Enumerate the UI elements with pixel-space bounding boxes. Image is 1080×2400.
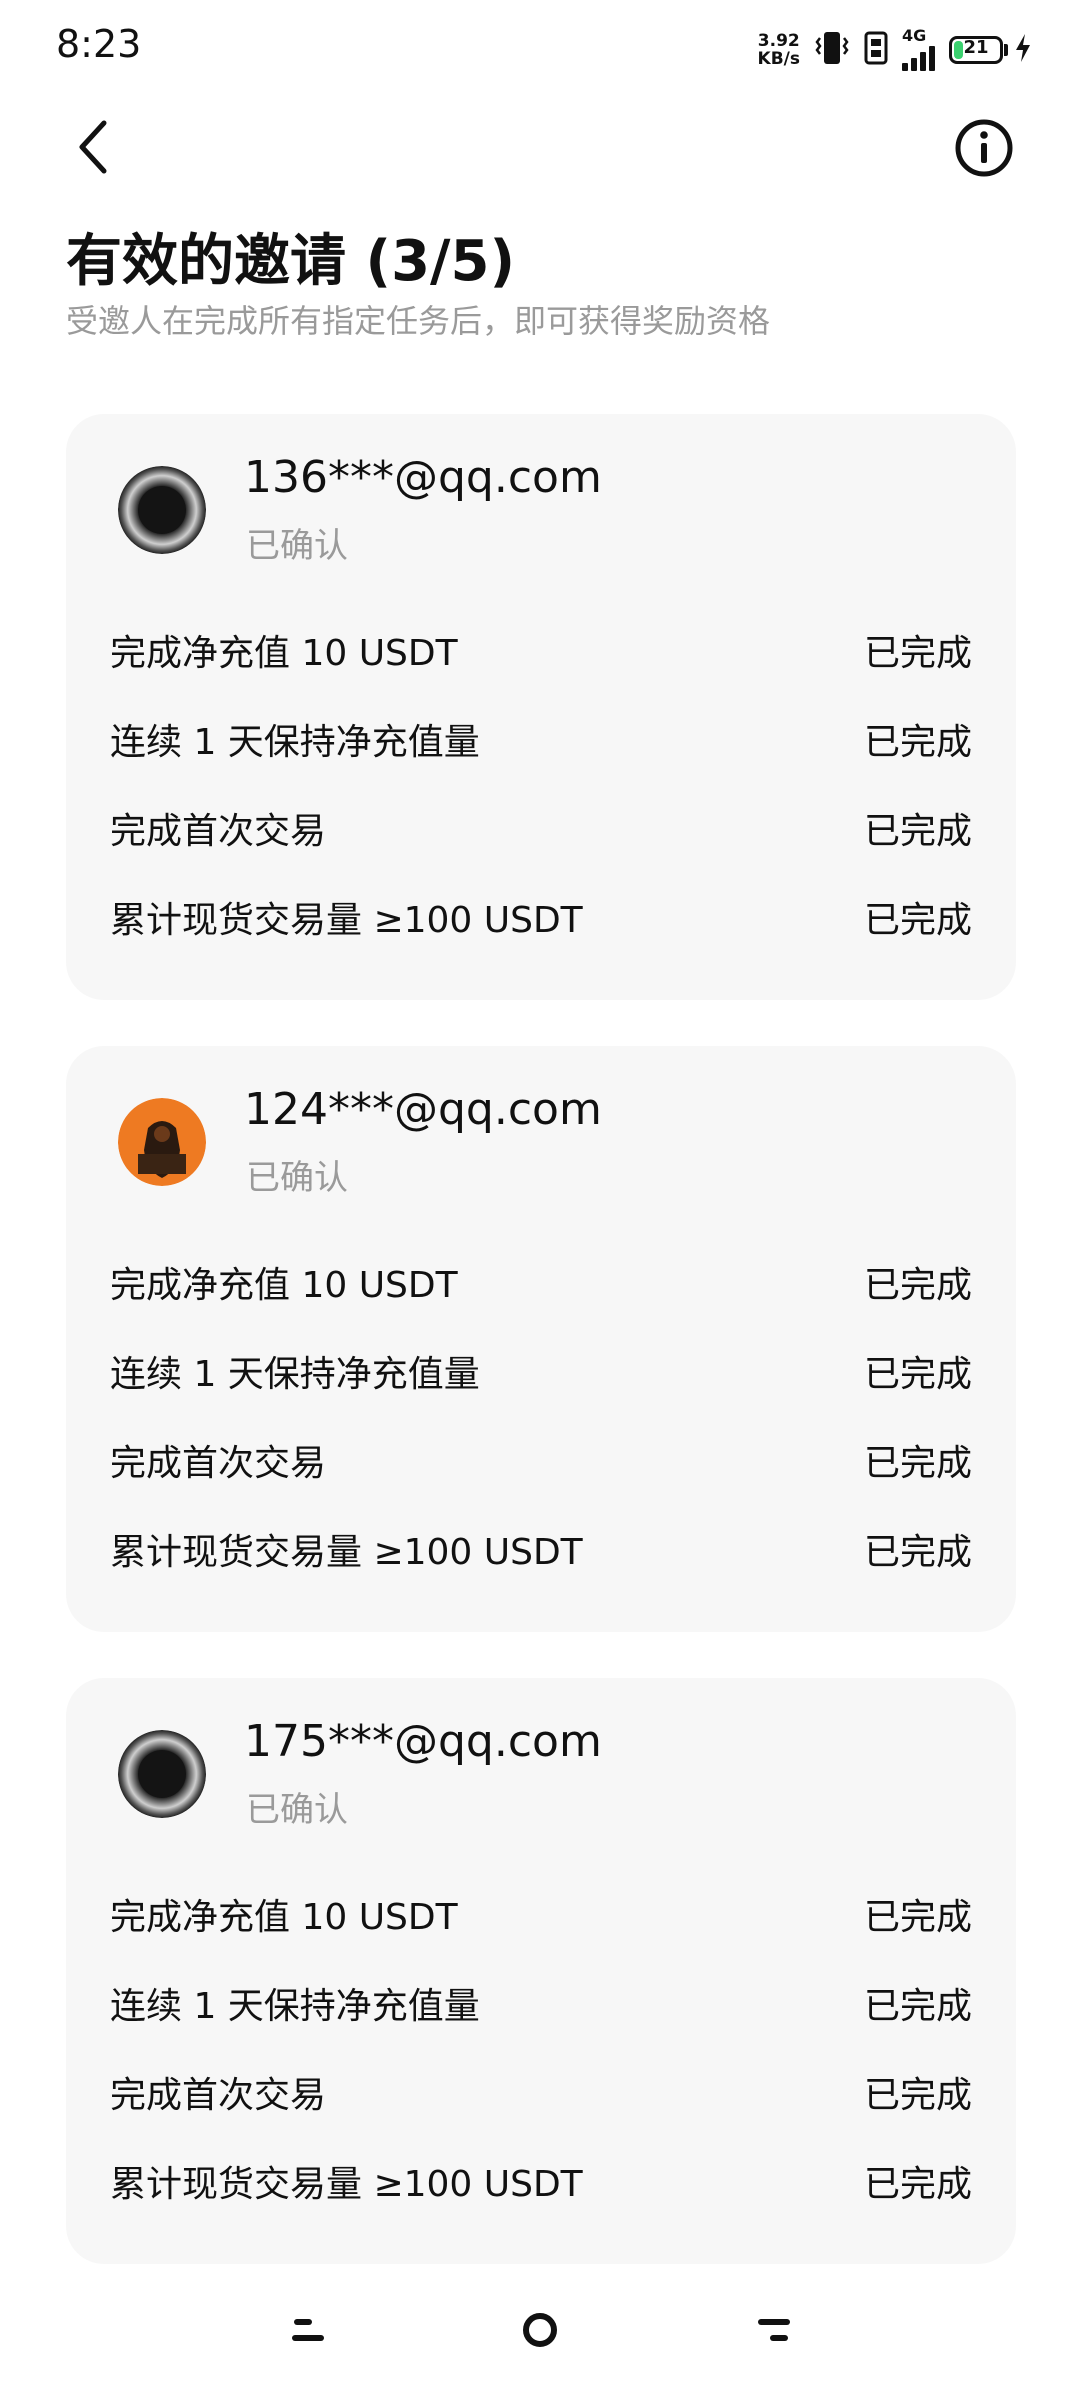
back-button[interactable] xyxy=(58,112,128,182)
cellular-signal: 4G xyxy=(902,26,935,71)
page-title: 有效的邀请 (3/5) xyxy=(66,229,516,294)
task-row: 累计现货交易量 ≥100 USDT 已完成 xyxy=(110,1515,972,1575)
task-status: 已完成 xyxy=(863,1265,972,1306)
task-name: 累计现货交易量 ≥100 USDT xyxy=(110,900,583,941)
back-lines-icon xyxy=(758,2319,790,2341)
task-status: 已完成 xyxy=(863,2075,972,2116)
invitee-status: 已确认 xyxy=(246,526,348,566)
task-status: 已完成 xyxy=(863,1532,972,1573)
task-status: 已完成 xyxy=(863,722,972,763)
info-icon xyxy=(955,119,1013,177)
task-row: 完成首次交易 已完成 xyxy=(110,2058,972,2118)
task-status: 已完成 xyxy=(863,1897,972,1938)
task-row: 累计现货交易量 ≥100 USDT 已完成 xyxy=(110,883,972,943)
task-name: 完成首次交易 xyxy=(110,811,327,852)
battery-icon: 21 xyxy=(949,36,1003,64)
invitee-card: 175***@qq.com 已确认 完成净充值 10 USDT 已完成 连续 1… xyxy=(66,1678,1016,2264)
network-type-label: 4G xyxy=(902,26,927,45)
invitee-email: 136***@qq.com xyxy=(244,452,602,503)
task-name: 完成首次交易 xyxy=(110,1443,327,1484)
invitee-email: 175***@qq.com xyxy=(244,1716,602,1767)
nav-bar xyxy=(0,100,1080,210)
page-subtitle: 受邀人在完成所有指定任务后，即可获得奖励资格 xyxy=(66,302,771,340)
invitee-card: 136***@qq.com 已确认 完成净充值 10 USDT 已完成 连续 1… xyxy=(66,414,1016,1000)
task-row: 完成净充值 10 USDT 已完成 xyxy=(110,1880,972,1940)
signal-bars-icon xyxy=(902,43,935,71)
task-row: 连续 1 天保持净充值量 已完成 xyxy=(110,705,972,765)
sim-card-icon xyxy=(864,31,888,69)
menu-button[interactable] xyxy=(278,2300,338,2360)
task-name: 完成首次交易 xyxy=(110,2075,327,2116)
invitee-card: 124***@qq.com 已确认 完成净充值 10 USDT 已完成 连续 1… xyxy=(66,1046,1016,1632)
system-nav-bar xyxy=(0,2280,1080,2380)
invitee-status: 已确认 xyxy=(246,1158,348,1198)
home-circle-icon xyxy=(523,2313,557,2347)
task-row: 完成净充值 10 USDT 已完成 xyxy=(110,1248,972,1308)
task-status: 已完成 xyxy=(863,811,972,852)
task-status: 已完成 xyxy=(863,2164,972,2205)
task-name: 连续 1 天保持净充值量 xyxy=(110,722,480,763)
back-nav-button[interactable] xyxy=(744,2300,804,2360)
home-button[interactable] xyxy=(510,2300,570,2360)
task-status: 已完成 xyxy=(863,1443,972,1484)
dark-sphere-avatar xyxy=(118,1730,206,1818)
task-name: 完成净充值 10 USDT xyxy=(110,1897,458,1938)
battery-indicator: 21 xyxy=(949,33,1032,67)
task-row: 连续 1 天保持净充值量 已完成 xyxy=(110,1969,972,2029)
net-speed-value: 3.92 xyxy=(757,31,800,51)
task-row: 连续 1 天保持净充值量 已完成 xyxy=(110,1337,972,1397)
task-name: 累计现货交易量 ≥100 USDT xyxy=(110,1532,583,1573)
task-name: 连续 1 天保持净充值量 xyxy=(110,1354,480,1395)
task-name: 累计现货交易量 ≥100 USDT xyxy=(110,2164,583,2205)
task-name: 完成净充值 10 USDT xyxy=(110,1265,458,1306)
dark-sphere-avatar xyxy=(118,466,206,554)
task-status: 已完成 xyxy=(863,900,972,941)
net-speed: 3.92 KB/s xyxy=(758,32,800,68)
battery-cap xyxy=(1004,44,1008,56)
status-time: 8:23 xyxy=(56,22,142,66)
task-row: 完成首次交易 已完成 xyxy=(110,794,972,854)
chevron-left-icon xyxy=(79,120,107,174)
battery-level: 21 xyxy=(963,37,989,58)
task-name: 完成净充值 10 USDT xyxy=(110,633,458,674)
task-status: 已完成 xyxy=(863,633,972,674)
task-row: 完成首次交易 已完成 xyxy=(110,1426,972,1486)
invitee-email: 124***@qq.com xyxy=(244,1084,602,1135)
status-icons: 3.92 KB/s 4G 21 xyxy=(758,28,1032,72)
menu-icon xyxy=(292,2319,324,2341)
status-bar: 8:23 3.92 KB/s 4G 21 xyxy=(0,0,1080,100)
task-row: 完成净充值 10 USDT 已完成 xyxy=(110,616,972,676)
net-speed-unit: KB/s xyxy=(757,49,800,69)
invitee-status: 已确认 xyxy=(246,1790,348,1830)
task-status: 已完成 xyxy=(863,1986,972,2027)
info-button[interactable] xyxy=(944,108,1024,188)
charging-icon xyxy=(1014,33,1032,67)
task-row: 累计现货交易量 ≥100 USDT 已完成 xyxy=(110,2147,972,2207)
task-name: 连续 1 天保持净充值量 xyxy=(110,1986,480,2027)
task-status: 已完成 xyxy=(863,1354,972,1395)
orange-figure-avatar xyxy=(118,1098,206,1186)
vibrate-icon xyxy=(814,28,850,72)
